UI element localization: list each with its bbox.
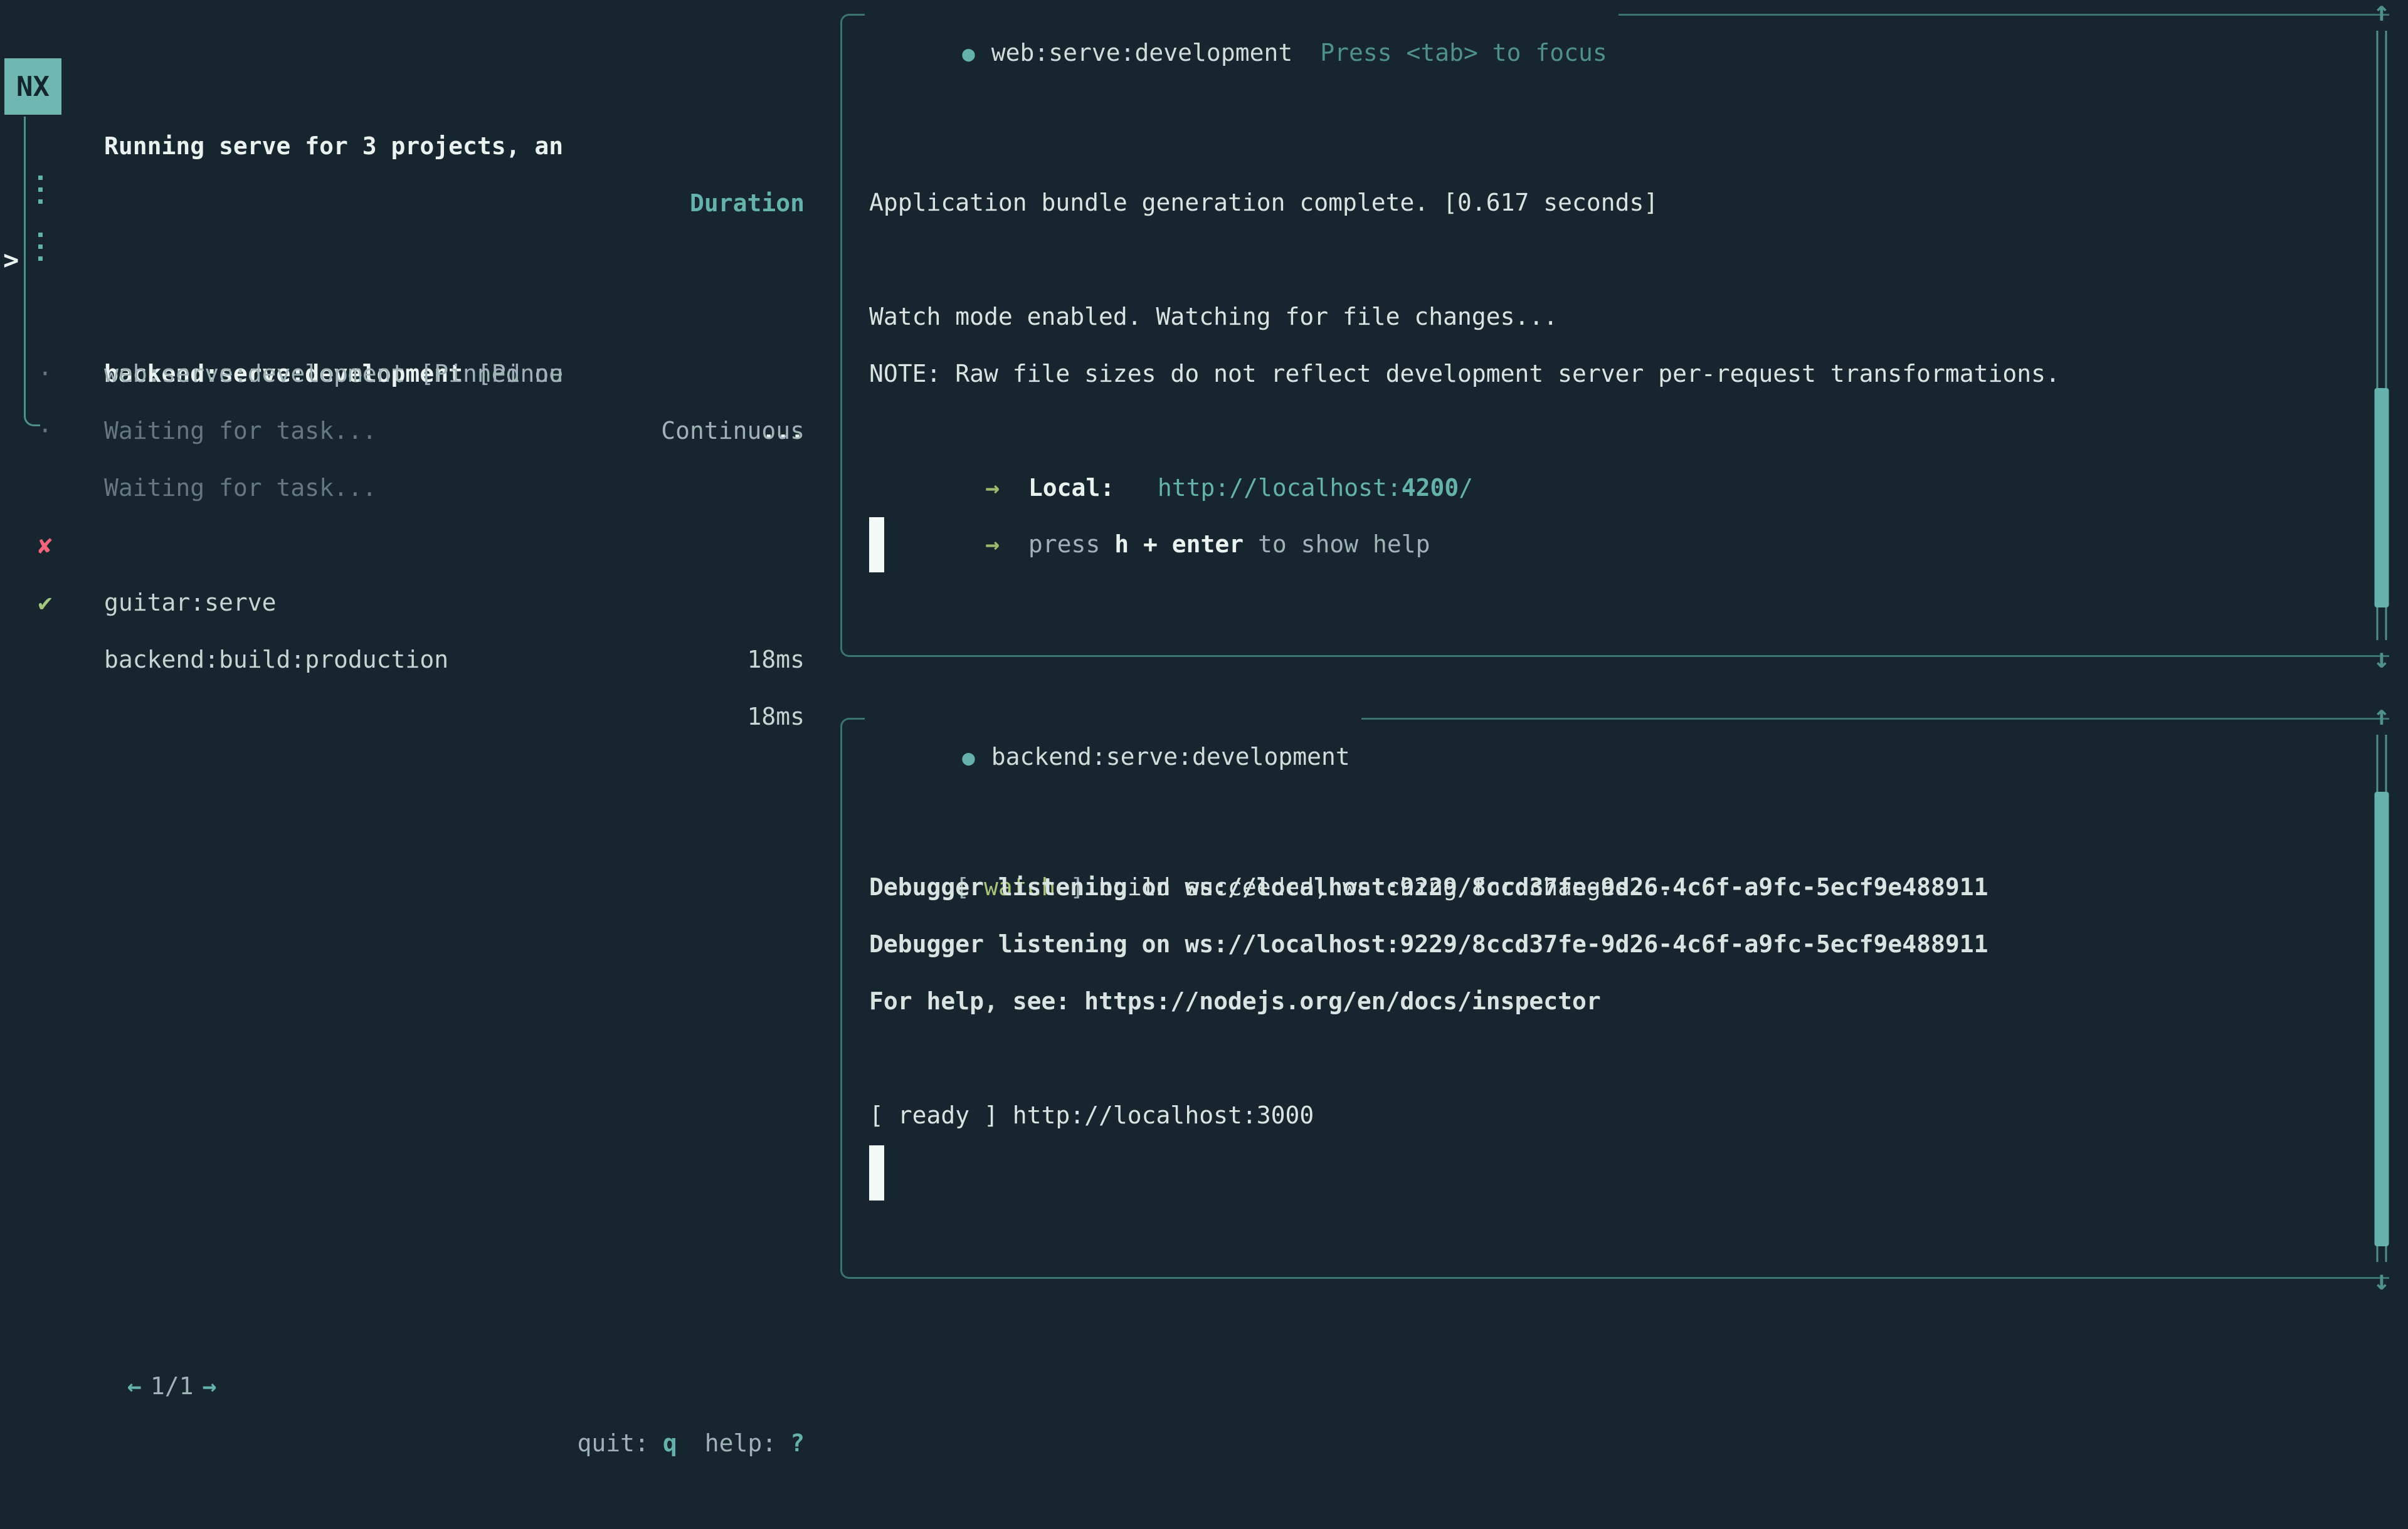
pane-header: ●backend:serve:development	[865, 700, 1361, 738]
terminal-cursor	[869, 1145, 884, 1201]
task-list-header: Running serve for 3 projects, an Duratio…	[0, 61, 835, 118]
scrollbar-thumb[interactable]	[2375, 792, 2389, 1246]
running-bullet-icon: ●	[962, 745, 974, 770]
help-keys-text: h + enter	[1114, 530, 1244, 558]
task-status-value: Continuous	[661, 402, 805, 460]
terminal-line: Application bundle generation complete. …	[869, 174, 1658, 231]
output-pane-web-serve: ● web:serve:development Press <tab> to foc…	[840, 14, 2389, 657]
terminal-line-debugger: Debugger listening on ws://localhost:922…	[869, 916, 1988, 973]
task-name: Waiting for task...	[104, 402, 377, 460]
help-hint-label: help:	[705, 1429, 776, 1457]
scrollbar-thumb[interactable]	[2375, 388, 2389, 607]
help-key: ?	[790, 1429, 805, 1457]
page-next-arrow-icon[interactable]: →	[203, 1372, 217, 1400]
terminal-line-watch-status: [ watch ] build succeeded, watching for …	[869, 802, 1672, 859]
task-row-guitar-serve[interactable]: ✘ guitar:serve 18ms	[0, 460, 835, 517]
arrow-right-icon: →	[985, 530, 1000, 558]
page-indicator: 1/1	[150, 1372, 194, 1400]
scroll-up-icon[interactable]: ↑	[2365, 698, 2398, 733]
waiting-dot-icon: ·	[31, 402, 59, 460]
task-name: backend:build:production	[104, 631, 448, 688]
terminal-line-inspector-help: For help, see: https://nodejs.org/en/doc…	[869, 973, 1601, 1030]
page-prev-arrow-icon[interactable]: ←	[127, 1372, 142, 1400]
task-duration-value: 18ms	[747, 631, 805, 688]
running-bullet-icon: ●	[962, 41, 974, 66]
keyboard-hints: quit: q help:?	[462, 1358, 805, 1529]
task-row-web-serve[interactable]: web:serve:development [Pinned ou Continu…	[0, 231, 835, 288]
help-pre-text: press	[1000, 530, 1114, 558]
scroll-down-icon[interactable]: ↓	[2365, 1263, 2398, 1298]
help-post-text: to show help	[1244, 530, 1430, 558]
quit-hint-label: quit:	[577, 1429, 648, 1457]
task-panel-footer: ←1/1→ quit:qhelp:?	[0, 1244, 835, 1301]
task-row-waiting-2[interactable]: · Waiting for task...	[0, 345, 835, 402]
scroll-up-icon[interactable]: ↑	[2365, 0, 2398, 29]
terminal-line-debugger: Debugger listening on ws://localhost:922…	[869, 859, 1988, 916]
task-list-panel: NX Running serve for 3 projects, an Dura…	[0, 0, 835, 1354]
pane-title: web:serve:development	[991, 39, 1292, 66]
terminal-line: NOTE: Raw file sizes do not reflect deve…	[869, 345, 2060, 402]
pagination: ← 1/1 →	[13, 1301, 216, 1472]
task-row-backend-serve[interactable]: > backend:serve:development [Pinne ...	[0, 174, 835, 231]
running-spinner-icon	[38, 176, 43, 206]
nx-tui-screen: NX Running serve for 3 projects, an Dura…	[0, 0, 2408, 1354]
terminal-line-help-hint: → press h + enter to show help	[869, 459, 1430, 516]
focus-hint: Press <tab> to focus	[1320, 39, 1607, 66]
task-list-title: Running serve for 3 projects, an	[104, 118, 563, 175]
task-name: guitar:serve	[104, 574, 277, 631]
task-duration-value: 18ms	[747, 688, 805, 745]
quit-key: q	[663, 1429, 677, 1457]
localhost-url-slash[interactable]: /	[1459, 474, 1473, 502]
terminal-line-ready: [ ready ] http://localhost:3000	[869, 1087, 1314, 1144]
terminal-line: Watch mode enabled. Watching for file ch…	[869, 288, 1558, 345]
scroll-down-icon[interactable]: ↓	[2365, 641, 2398, 676]
terminal-cursor	[869, 517, 884, 572]
terminal-line-local-url: → Local: http://localhost:4200/	[869, 402, 1473, 460]
pane-header: ●web:serve:developmentPress <tab> to foc…	[865, 0, 1619, 34]
running-spinner-icon	[38, 233, 43, 263]
pane-title: backend:serve:development	[991, 743, 1350, 770]
pane-scrollbar[interactable]: ↑ ↓	[2365, 698, 2398, 1298]
task-row-waiting-1[interactable]: · Waiting for task...	[0, 288, 835, 345]
pane-scrollbar[interactable]: ↑ ↓	[2365, 0, 2398, 676]
success-check-icon: ✔	[31, 574, 59, 631]
output-pane-backend-serve: ● backend:serve:development [ watch ] bui…	[840, 718, 2389, 1279]
task-row-backend-build[interactable]: ✔ backend:build:production 18ms	[0, 517, 835, 574]
